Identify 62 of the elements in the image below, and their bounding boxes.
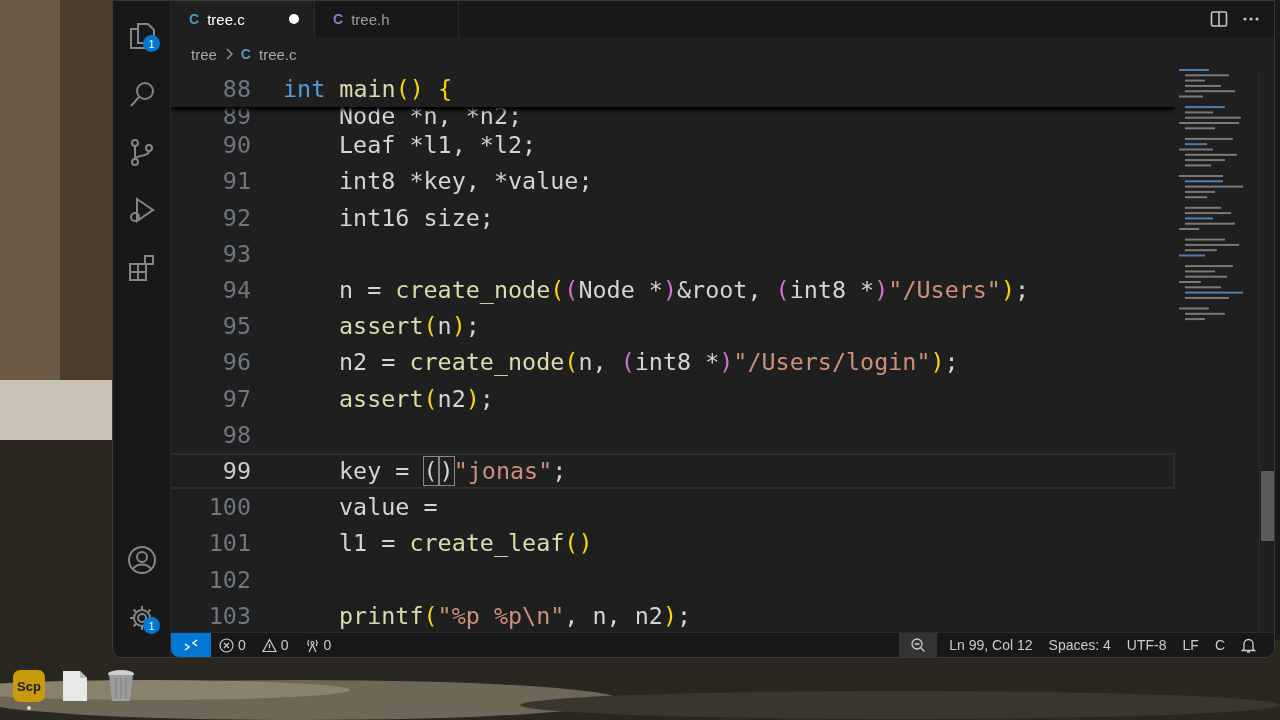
line-number: 99 — [221, 456, 251, 485]
status-item[interactable]: UTF-8 — [1118, 637, 1175, 653]
code-line: int16 size; — [339, 203, 494, 232]
zoom-button[interactable] — [899, 633, 938, 657]
editor-tab[interactable]: C tree.c — [171, 1, 315, 37]
code-line: printf("%p %p\n", n, n2); — [339, 601, 692, 630]
status-item[interactable]: LF — [1174, 637, 1207, 653]
badge: 1 — [143, 35, 160, 52]
zoom-out-icon — [910, 637, 927, 653]
line-number: 88 — [221, 75, 251, 104]
status-item[interactable]: Spaces: 4 — [1040, 637, 1119, 653]
ports-count[interactable]: 0 — [296, 637, 340, 653]
code-line: n2 = create_node(n, (int8 *)"/Users/login"); — [339, 348, 959, 377]
unsaved-dot-icon — [289, 14, 299, 24]
code-line: int8 *key, *value; — [339, 167, 593, 196]
error-icon — [219, 637, 234, 653]
line-number: 95 — [221, 312, 251, 341]
split-editor-icon[interactable] — [1210, 10, 1228, 28]
remote-icon — [183, 638, 199, 652]
line-number: 93 — [221, 239, 251, 268]
badge: 1 — [143, 617, 160, 634]
breadcrumb-item[interactable]: tree — [191, 45, 217, 63]
line-number: 97 — [221, 384, 251, 413]
trash-icon[interactable] — [107, 669, 135, 703]
status-item[interactable]: C — [1206, 637, 1233, 653]
more-icon[interactable] — [1242, 16, 1260, 22]
warnings-count[interactable]: 0 — [253, 637, 297, 653]
chevron-icon — [224, 48, 233, 60]
document-icon[interactable] — [62, 670, 88, 702]
notifications-icon[interactable] — [1241, 637, 1256, 653]
account-icon[interactable] — [126, 545, 157, 575]
code-line: Leaf *l1, *l2; — [339, 131, 537, 160]
line-number: 89 — [221, 107, 251, 128]
code-line: int main() { — [283, 75, 453, 104]
code-line: assert(n2); — [339, 384, 494, 413]
code-line: assert(n); — [339, 312, 480, 341]
code-line: l1 = create_leaf() — [339, 529, 593, 558]
code-line: n = create_node((Node *)&root, (int8 *)"/Users"); — [339, 276, 1030, 305]
line-number: 90 — [221, 131, 251, 160]
line-number: 98 — [221, 420, 251, 449]
app-icon[interactable]: Scp — [13, 670, 45, 702]
line-number: 100 — [207, 493, 251, 522]
extensions-icon[interactable] — [126, 253, 157, 283]
remote-button[interactable] — [171, 633, 211, 657]
c-file-icon: C — [240, 46, 251, 62]
running-indicator — [27, 706, 31, 710]
antenna-icon — [304, 637, 320, 653]
line-number: 94 — [221, 276, 251, 305]
breadcrumb-item[interactable]: tree.c — [259, 45, 297, 63]
scrollbar-thumb[interactable] — [1261, 471, 1274, 541]
warning-icon — [261, 637, 277, 653]
status-item[interactable]: Ln 99, Col 12 — [941, 637, 1041, 653]
code-line: key = ()"jonas"; — [339, 456, 567, 486]
line-number: 96 — [221, 348, 251, 377]
line-number: 91 — [221, 167, 251, 196]
code-line: value = — [339, 493, 438, 522]
code-line: Node *n, *n2; — [339, 107, 523, 128]
line-number: 103 — [207, 601, 251, 630]
line-number: 102 — [207, 565, 251, 594]
line-number: 92 — [221, 203, 251, 232]
errors-count[interactable]: 0 — [211, 637, 254, 653]
line-number: 101 — [207, 529, 251, 558]
